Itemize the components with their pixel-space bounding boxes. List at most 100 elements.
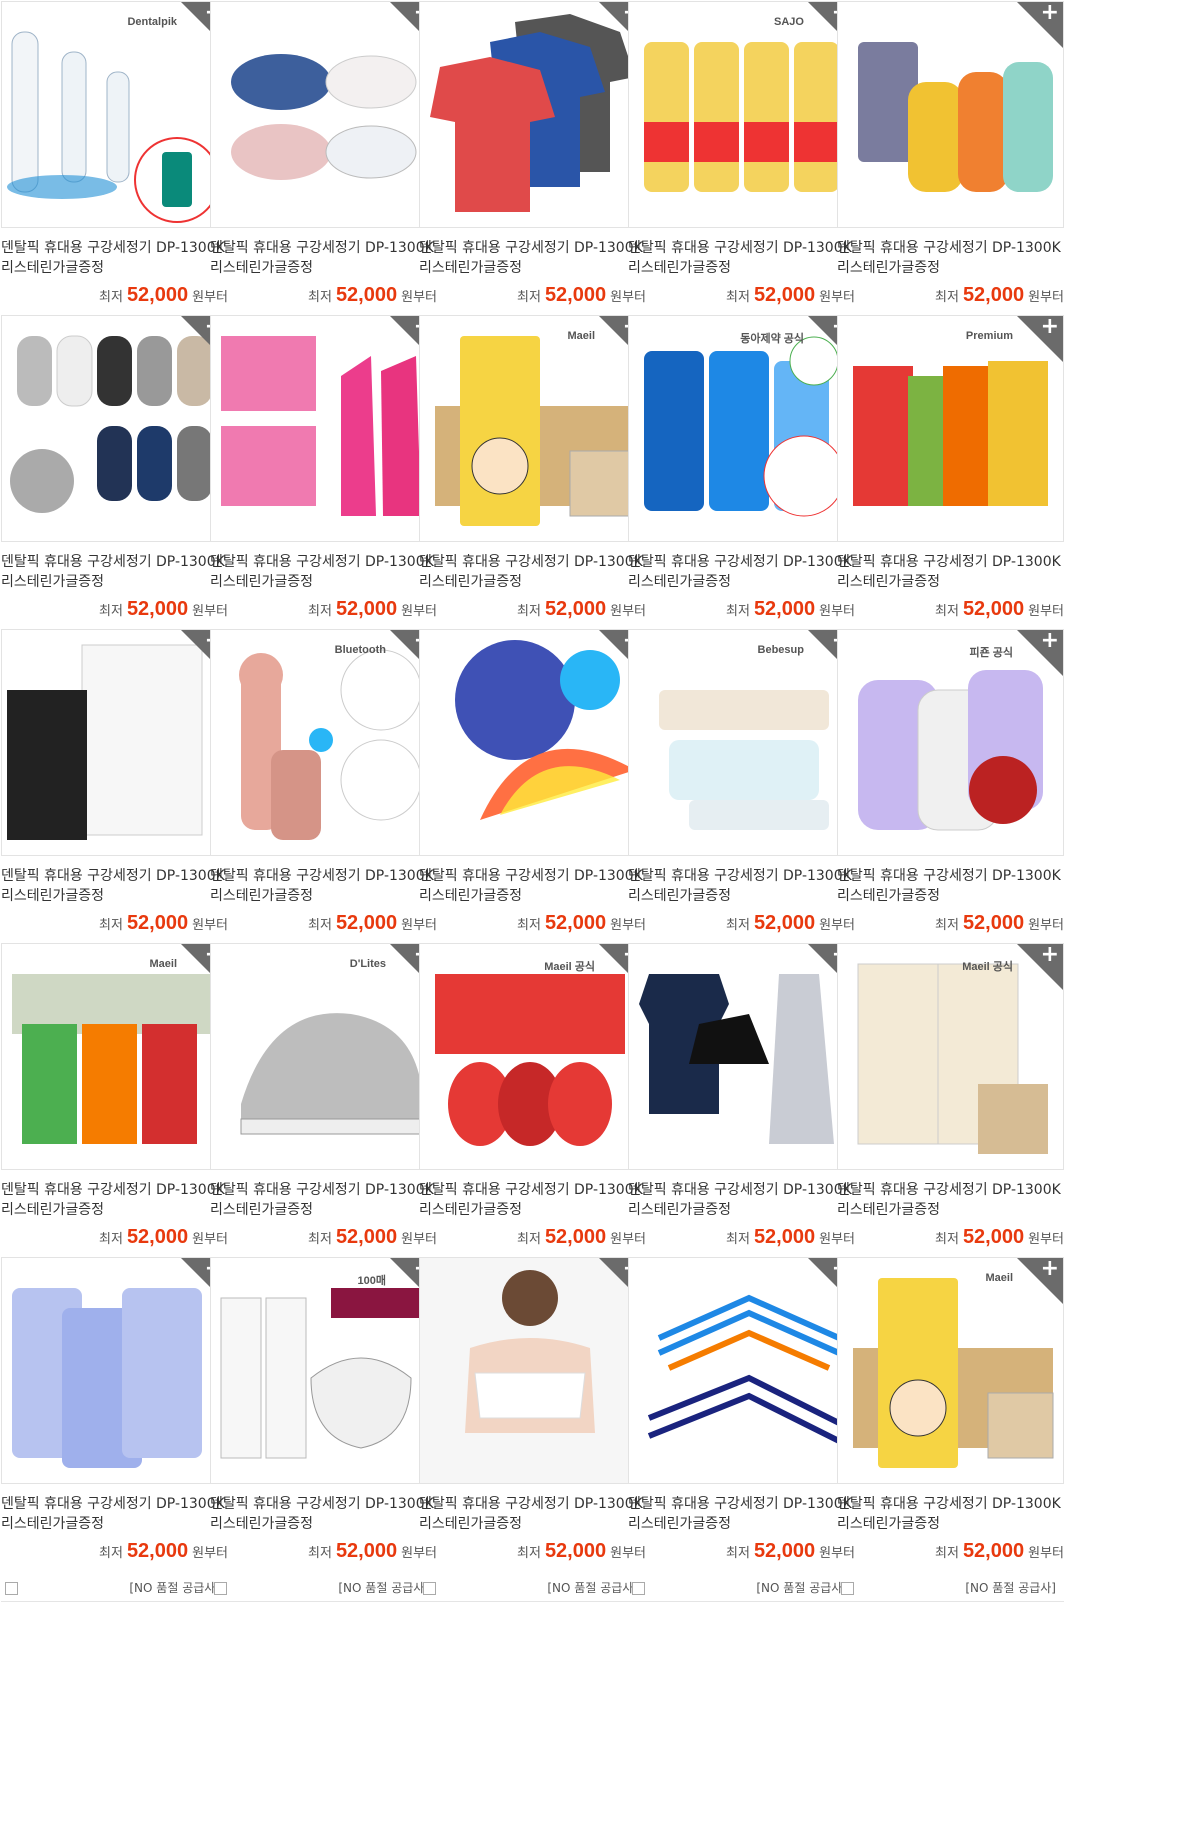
product-thumbnail[interactable]: D'Lites + (210, 943, 437, 1170)
product-title-line2[interactable]: 리스테린가글증정 (837, 886, 1064, 906)
select-checkbox[interactable] (214, 1582, 227, 1595)
product-thumbnail[interactable]: 피죤 공식 + (837, 629, 1064, 856)
product-title-line2[interactable]: 리스테린가글증정 (1, 1200, 228, 1220)
product-title-line2[interactable]: 리스테린가글증정 (419, 572, 646, 592)
product-title[interactable]: 덴탈픽 휴대용 구강세정기 DP-1300K 리스테린가글증정 (1, 238, 228, 278)
product-title[interactable]: 덴탈픽 휴대용 구강세정기 DP-1300K 리스테린가글증정 (628, 1180, 855, 1220)
product-title-line2[interactable]: 리스테린가글증정 (628, 258, 855, 278)
product-title[interactable]: 덴탈픽 휴대용 구강세정기 DP-1300K 리스테린가글증정 (1, 866, 228, 906)
product-card[interactable]: + 덴탈픽 휴대용 구강세정기 DP-1300K 리스테린가글증정 최저 52,… (419, 1257, 646, 1608)
product-title-line2[interactable]: 리스테린가글증정 (837, 1514, 1064, 1534)
product-title-line2[interactable]: 리스테린가글증정 (837, 258, 1064, 278)
product-title-line1[interactable]: 덴탈픽 휴대용 구강세정기 DP-1300K (1, 1494, 228, 1514)
product-title-line1[interactable]: 덴탈픽 휴대용 구강세정기 DP-1300K (1, 552, 228, 572)
product-title-line1[interactable]: 덴탈픽 휴대용 구강세정기 DP-1300K (1, 866, 228, 886)
product-thumbnail[interactable]: + (419, 1, 646, 228)
product-card[interactable]: + 덴탈픽 휴대용 구강세정기 DP-1300K 리스테린가글증정 최저 52,… (1, 629, 228, 980)
product-card[interactable]: Maeil + 덴탈픽 휴대용 구강세정기 DP-1300K 리스테린가글증정 … (837, 1257, 1064, 1608)
product-thumbnail[interactable]: Maeil + (419, 315, 646, 542)
product-title-line2[interactable]: 리스테린가글증정 (419, 258, 646, 278)
product-thumbnail[interactable]: + (419, 1257, 646, 1484)
select-checkbox[interactable] (632, 1582, 645, 1595)
product-thumbnail[interactable]: + (210, 315, 437, 542)
product-title-line2[interactable]: 리스테린가글증정 (1, 886, 228, 906)
product-card[interactable]: SAJO + 덴탈픽 휴대용 구강세정기 DP-1300K 리스테린가글증정 최… (628, 1, 855, 352)
product-thumbnail[interactable]: + (1, 1257, 228, 1484)
product-card[interactable]: 동아제약 공식 + 덴탈픽 휴대용 구강세정기 DP-1300K 리스테린가글증… (628, 315, 855, 666)
plus-icon[interactable]: + (1041, 316, 1059, 339)
product-title[interactable]: 덴탈픽 휴대용 구강세정기 DP-1300K 리스테린가글증정 (1, 552, 228, 592)
product-card[interactable]: + 덴탈픽 휴대용 구강세정기 DP-1300K 리스테린가글증정 최저 52,… (628, 943, 855, 1294)
plus-icon[interactable]: + (1041, 2, 1059, 25)
product-title[interactable]: 덴탈픽 휴대용 구강세정기 DP-1300K 리스테린가글증정 (837, 552, 1064, 592)
product-title-line2[interactable]: 리스테린가글증정 (419, 1514, 646, 1534)
product-card[interactable]: 피죤 공식 + 덴탈픽 휴대용 구강세정기 DP-1300K 리스테린가글증정 … (837, 629, 1064, 980)
product-thumbnail[interactable]: SAJO + (628, 1, 855, 228)
product-title-line2[interactable]: 리스테린가글증정 (1, 258, 228, 278)
product-title-line2[interactable]: 리스테린가글증정 (628, 1200, 855, 1220)
product-thumbnail[interactable]: + (210, 1, 437, 228)
product-card[interactable]: Maeil + 덴탈픽 휴대용 구강세정기 DP-1300K 리스테린가글증정 … (419, 315, 646, 666)
select-checkbox[interactable] (5, 1582, 18, 1595)
product-title[interactable]: 덴탈픽 휴대용 구강세정기 DP-1300K 리스테린가글증정 (628, 552, 855, 592)
product-title-line1[interactable]: 덴탈픽 휴대용 구강세정기 DP-1300K (419, 866, 646, 886)
product-title-line1[interactable]: 덴탈픽 휴대용 구강세정기 DP-1300K (628, 1494, 855, 1514)
product-title[interactable]: 덴탈픽 휴대용 구강세정기 DP-1300K 리스테린가글증정 (837, 1180, 1064, 1220)
product-thumbnail[interactable]: Maeil 공식 + (837, 943, 1064, 1170)
product-title-line2[interactable]: 리스테린가글증정 (419, 1200, 646, 1220)
product-card[interactable]: + 덴탈픽 휴대용 구강세정기 DP-1300K 리스테린가글증정 최저 52,… (837, 1, 1064, 352)
product-card[interactable]: Maeil 공식 + 덴탈픽 휴대용 구강세정기 DP-1300K 리스테린가글… (837, 943, 1064, 1294)
product-title[interactable]: 덴탈픽 휴대용 구강세정기 DP-1300K 리스테린가글증정 (210, 1494, 437, 1534)
product-thumbnail[interactable]: Bluetooth + (210, 629, 437, 856)
product-thumbnail[interactable]: Maeil + (1, 943, 228, 1170)
product-card[interactable]: Maeil + 덴탈픽 휴대용 구강세정기 DP-1300K 리스테린가글증정 … (1, 943, 228, 1294)
product-title[interactable]: 덴탈픽 휴대용 구강세정기 DP-1300K 리스테린가글증정 (419, 238, 646, 278)
product-thumbnail[interactable]: + (628, 943, 855, 1170)
product-title-line2[interactable]: 리스테린가글증정 (628, 1514, 855, 1534)
product-title-line1[interactable]: 덴탈픽 휴대용 구강세정기 DP-1300K (210, 552, 437, 572)
product-title[interactable]: 덴탈픽 휴대용 구강세정기 DP-1300K 리스테린가글증정 (628, 1494, 855, 1534)
product-title[interactable]: 덴탈픽 휴대용 구강세정기 DP-1300K 리스테린가글증정 (628, 238, 855, 278)
product-title-line1[interactable]: 덴탈픽 휴대용 구강세정기 DP-1300K (628, 238, 855, 258)
plus-icon[interactable]: + (1041, 944, 1059, 967)
product-thumbnail[interactable]: + (837, 1, 1064, 228)
product-title-line1[interactable]: 덴탈픽 휴대용 구강세정기 DP-1300K (1, 1180, 228, 1200)
product-title[interactable]: 덴탈픽 휴대용 구강세정기 DP-1300K 리스테린가글증정 (419, 1180, 646, 1220)
product-title-line1[interactable]: 덴탈픽 휴대용 구강세정기 DP-1300K (628, 552, 855, 572)
product-title-line1[interactable]: 덴탈픽 휴대용 구강세정기 DP-1300K (210, 1180, 437, 1200)
product-title-line1[interactable]: 덴탈픽 휴대용 구강세정기 DP-1300K (210, 866, 437, 886)
product-title-line1[interactable]: 덴탈픽 휴대용 구강세정기 DP-1300K (210, 1494, 437, 1514)
product-title-line2[interactable]: 리스테린가글증정 (210, 1200, 437, 1220)
product-thumbnail[interactable]: Dentalpik + (1, 1, 228, 228)
product-card[interactable]: + 덴탈픽 휴대용 구강세정기 DP-1300K 리스테린가글증정 최저 52,… (1, 1257, 228, 1608)
product-card[interactable]: Premium + 덴탈픽 휴대용 구강세정기 DP-1300K 리스테린가글증… (837, 315, 1064, 666)
product-title-line2[interactable]: 리스테린가글증정 (1, 1514, 228, 1534)
product-card[interactable]: + 덴탈픽 휴대용 구강세정기 DP-1300K 리스테린가글증정 최저 52,… (419, 629, 646, 980)
product-title-line1[interactable]: 덴탈픽 휴대용 구강세정기 DP-1300K (419, 552, 646, 572)
plus-icon[interactable]: + (1041, 630, 1059, 653)
product-title-line2[interactable]: 리스테린가글증정 (1, 572, 228, 592)
product-card[interactable]: Maeil 공식 + 덴탈픽 휴대용 구강세정기 DP-1300K 리스테린가글… (419, 943, 646, 1294)
product-title-line2[interactable]: 리스테린가글증정 (628, 886, 855, 906)
product-title-line1[interactable]: 덴탈픽 휴대용 구강세정기 DP-1300K (628, 1180, 855, 1200)
product-thumbnail[interactable]: Premium + (837, 315, 1064, 542)
product-title[interactable]: 덴탈픽 휴대용 구강세정기 DP-1300K 리스테린가글증정 (628, 866, 855, 906)
product-card[interactable]: + 덴탈픽 휴대용 구강세정기 DP-1300K 리스테린가글증정 최저 52,… (628, 1257, 855, 1608)
product-title[interactable]: 덴탈픽 휴대용 구강세정기 DP-1300K 리스테린가글증정 (837, 1494, 1064, 1534)
product-title-line2[interactable]: 리스테린가글증정 (210, 258, 437, 278)
product-title-line2[interactable]: 리스테린가글증정 (210, 572, 437, 592)
product-title-line1[interactable]: 덴탈픽 휴대용 구강세정기 DP-1300K (837, 552, 1064, 572)
product-title[interactable]: 덴탈픽 휴대용 구강세정기 DP-1300K 리스테린가글증정 (837, 866, 1064, 906)
product-title[interactable]: 덴탈픽 휴대용 구강세정기 DP-1300K 리스테린가글증정 (419, 1494, 646, 1534)
product-title[interactable]: 덴탈픽 휴대용 구강세정기 DP-1300K 리스테린가글증정 (210, 238, 437, 278)
product-title-line2[interactable]: 리스테린가글증정 (837, 1200, 1064, 1220)
product-title-line2[interactable]: 리스테린가글증정 (628, 572, 855, 592)
product-title[interactable]: 덴탈픽 휴대용 구강세정기 DP-1300K 리스테린가글증정 (210, 866, 437, 906)
product-thumbnail[interactable]: + (628, 1257, 855, 1484)
product-title[interactable]: 덴탈픽 휴대용 구강세정기 DP-1300K 리스테린가글증정 (210, 1180, 437, 1220)
product-thumbnail[interactable]: + (419, 629, 646, 856)
product-thumbnail[interactable]: + (1, 315, 228, 542)
product-title-line1[interactable]: 덴탈픽 휴대용 구강세정기 DP-1300K (419, 1180, 646, 1200)
product-title-line1[interactable]: 덴탈픽 휴대용 구강세정기 DP-1300K (837, 866, 1064, 886)
product-title[interactable]: 덴탈픽 휴대용 구강세정기 DP-1300K 리스테린가글증정 (419, 866, 646, 906)
